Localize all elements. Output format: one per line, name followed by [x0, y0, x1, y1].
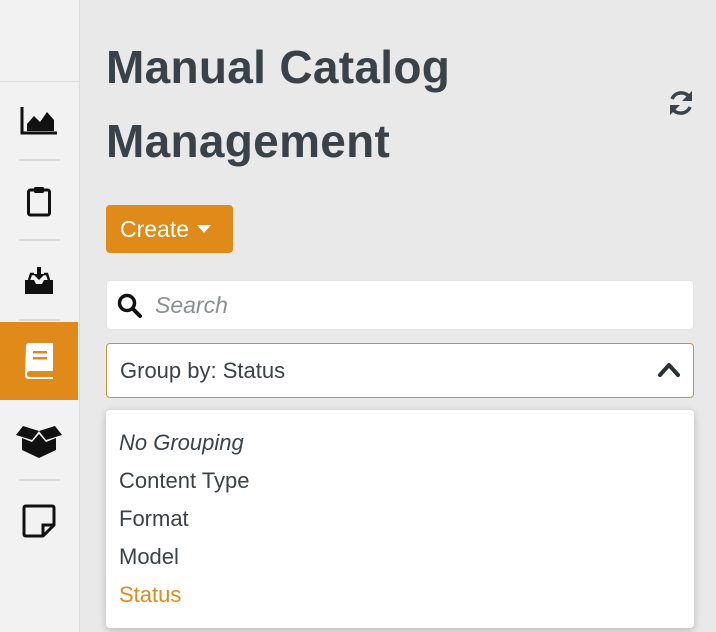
- create-button-label: Create: [120, 215, 190, 242]
- search-icon: [117, 293, 142, 318]
- group-by-dropdown: No Grouping Content Type Format Model St…: [106, 410, 694, 628]
- sidebar-divider: [19, 159, 60, 161]
- sidebar-divider: [19, 479, 60, 481]
- group-by-select[interactable]: Group by: Status: [106, 343, 694, 398]
- search-box[interactable]: [106, 280, 694, 330]
- group-by-label: Group by: Status: [120, 358, 286, 383]
- refresh-button[interactable]: [666, 88, 696, 118]
- box-open-icon: [16, 426, 62, 458]
- caret-down-icon: [197, 225, 212, 233]
- group-option-status[interactable]: Status: [106, 576, 694, 614]
- chart-area-icon: [20, 107, 57, 135]
- sidebar: [0, 0, 80, 632]
- book-icon: [25, 343, 53, 379]
- chevron-up-icon: [658, 363, 680, 377]
- page-title: Manual Catalog Management: [106, 41, 451, 167]
- sidebar-item-notes[interactable]: [0, 482, 78, 560]
- refresh-icon: [670, 91, 692, 115]
- search-input[interactable]: [155, 281, 675, 329]
- group-option-content-type[interactable]: Content Type: [106, 462, 694, 500]
- sidebar-divider: [19, 319, 60, 321]
- group-option-format[interactable]: Format: [106, 500, 694, 538]
- clipboard-icon: [27, 187, 51, 217]
- sidebar-item-catalog[interactable]: [0, 322, 78, 400]
- sticky-note-icon: [22, 504, 56, 538]
- sidebar-item-inbox[interactable]: [0, 242, 78, 320]
- group-option-model[interactable]: Model: [106, 538, 694, 576]
- create-button[interactable]: Create: [106, 205, 233, 253]
- sidebar-divider: [19, 239, 60, 241]
- sidebar-item-clipboard[interactable]: [0, 162, 78, 240]
- main-content: Manual Catalog Management Create Group b…: [80, 0, 716, 632]
- sidebar-header: [0, 0, 79, 82]
- group-option-no-grouping[interactable]: No Grouping: [106, 424, 694, 462]
- sidebar-item-products[interactable]: [0, 402, 78, 480]
- inbox-download-icon: [25, 267, 53, 294]
- sidebar-item-analytics[interactable]: [0, 82, 78, 160]
